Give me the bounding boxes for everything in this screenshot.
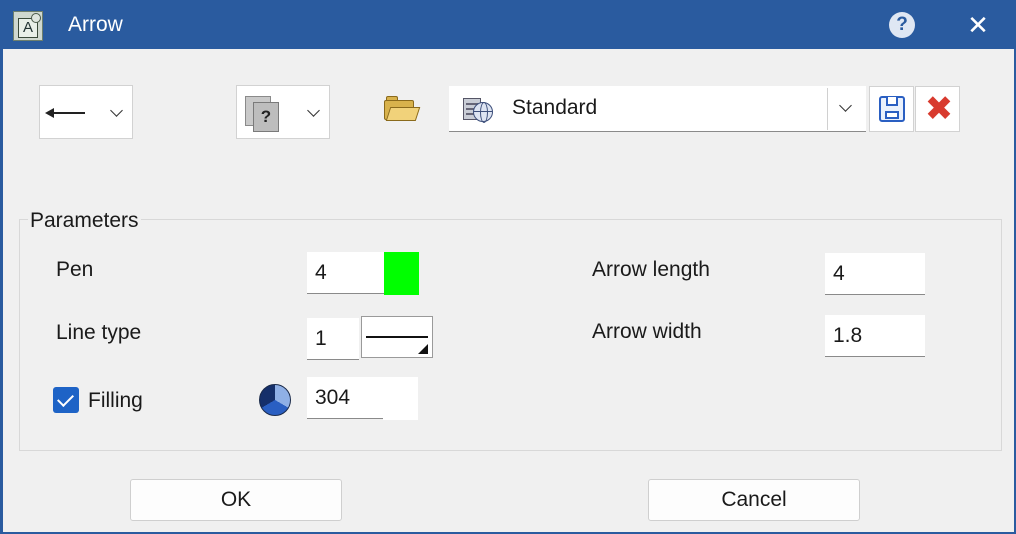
parameters-group-title: Parameters bbox=[28, 209, 141, 233]
arrow-style-combo[interactable] bbox=[39, 85, 133, 139]
chevron-down-icon bbox=[839, 99, 852, 112]
title-bar[interactable]: A Arrow ? ✕ bbox=[1, 1, 1016, 49]
red-x-delete-icon: ✖ bbox=[924, 90, 954, 128]
arrow-dialog: A Arrow ? ✕ ? Standard ✖ Parameters Pen … bbox=[0, 0, 1016, 534]
app-icon: A bbox=[13, 11, 43, 41]
picker-corner-icon bbox=[418, 344, 428, 354]
arrow-width-label: Arrow width bbox=[592, 320, 702, 343]
app-icon-badge bbox=[31, 13, 41, 23]
globe-server-icon bbox=[463, 96, 495, 124]
chevron-down-icon bbox=[110, 104, 123, 117]
folder-open-icon[interactable] bbox=[382, 96, 421, 124]
window-title: Arrow bbox=[68, 13, 123, 36]
layer-unknown-icon: ? bbox=[245, 94, 281, 132]
cancel-button[interactable]: Cancel bbox=[648, 479, 860, 521]
arrow-length-label: Arrow length bbox=[592, 258, 710, 281]
close-icon[interactable]: ✕ bbox=[963, 9, 993, 41]
arrow-left-icon bbox=[49, 112, 85, 114]
line-type-input[interactable]: 1 bbox=[307, 318, 359, 360]
line-type-label: Line type bbox=[56, 321, 142, 344]
filling-checkbox[interactable] bbox=[53, 387, 79, 413]
line-type-picker[interactable] bbox=[361, 316, 433, 358]
ok-button[interactable]: OK bbox=[130, 479, 342, 521]
help-icon[interactable]: ? bbox=[889, 12, 915, 38]
arrow-length-input[interactable]: 4 bbox=[825, 253, 925, 295]
pen-input[interactable]: 4 bbox=[307, 252, 384, 294]
pen-color-swatch[interactable] bbox=[384, 252, 419, 295]
filling-input[interactable]: 304 bbox=[307, 377, 383, 419]
layer-combo[interactable]: ? bbox=[236, 85, 330, 139]
arrow-head-icon bbox=[45, 108, 54, 118]
arrow-width-input[interactable]: 1.8 bbox=[825, 315, 925, 357]
floppy-save-icon bbox=[879, 96, 905, 122]
pen-label: Pen bbox=[56, 258, 94, 281]
solid-line-icon bbox=[366, 336, 428, 338]
standard-combo[interactable]: Standard bbox=[449, 86, 866, 132]
filling-color-swatch[interactable] bbox=[383, 377, 418, 420]
save-button[interactable] bbox=[869, 86, 914, 132]
filling-label: Filling bbox=[88, 389, 143, 412]
delete-button[interactable]: ✖ bbox=[915, 86, 960, 132]
chevron-down-icon bbox=[307, 104, 320, 117]
layer-glyph: ? bbox=[253, 102, 279, 132]
standard-value: Standard bbox=[512, 96, 598, 119]
fill-pattern-icon[interactable] bbox=[259, 384, 291, 416]
standard-dropdown-button[interactable] bbox=[827, 88, 864, 130]
